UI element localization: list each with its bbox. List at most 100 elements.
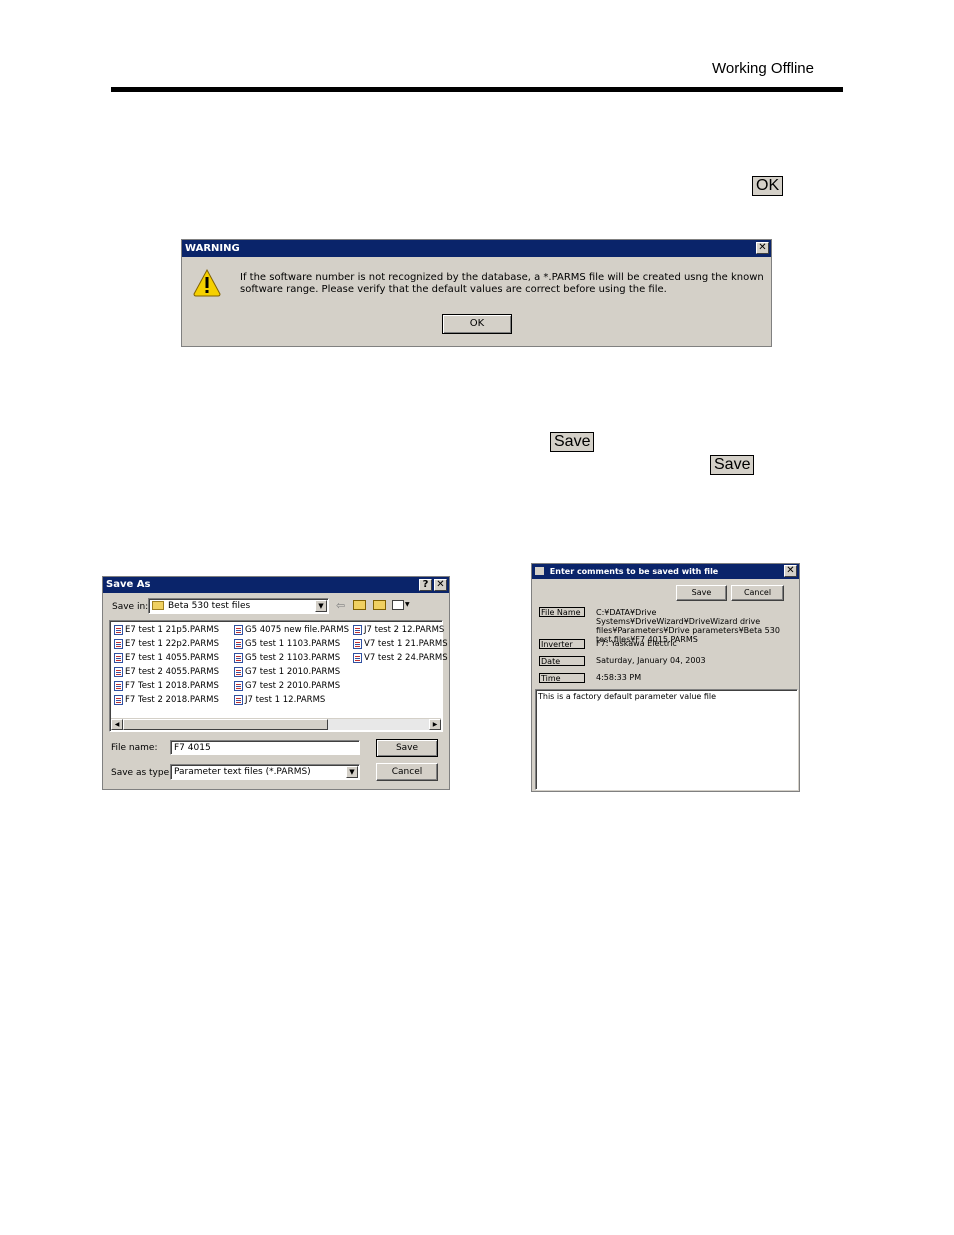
file-icon bbox=[114, 639, 123, 649]
scroll-thumb[interactable] bbox=[123, 719, 328, 730]
save-button[interactable]: Save bbox=[376, 739, 438, 757]
file-list-item[interactable]: V7 test 1 21.PARMS bbox=[353, 638, 448, 650]
chevron-down-icon[interactable]: ▼ bbox=[346, 766, 358, 778]
file-icon bbox=[114, 695, 123, 705]
close-icon[interactable]: ✕ bbox=[756, 242, 769, 254]
file-list-item[interactable]: E7 test 1 21p5.PARMS bbox=[114, 624, 219, 636]
help-icon[interactable]: ? bbox=[419, 579, 432, 591]
save-button-glyph: Save bbox=[550, 432, 595, 452]
chevron-down-icon[interactable]: ▼ bbox=[405, 601, 410, 608]
file-icon bbox=[353, 625, 362, 635]
file-icon bbox=[353, 639, 362, 649]
comments-dialog: Enter comments to be saved with file ✕ S… bbox=[531, 563, 800, 792]
warning-icon bbox=[193, 268, 221, 297]
file-list-item[interactable]: E7 test 1 4055.PARMS bbox=[114, 652, 219, 664]
folder-icon bbox=[152, 601, 164, 610]
file-list-item[interactable]: J7 test 2 12.PARMS bbox=[353, 624, 444, 636]
file-name: V7 test 2 24.PARMS bbox=[364, 653, 448, 663]
file-icon bbox=[114, 667, 123, 677]
page-header: Working Offline bbox=[712, 60, 814, 77]
file-name-value: F7 4015 bbox=[174, 743, 211, 753]
file-name: G7 test 2 2010.PARMS bbox=[245, 681, 341, 691]
inverter-value: F7: Yaskawa Electric bbox=[596, 639, 677, 648]
save-as-title: Save As bbox=[106, 579, 151, 590]
back-icon[interactable]: ⇦ bbox=[336, 599, 345, 612]
file-list-item[interactable]: F7 Test 2 2018.PARMS bbox=[114, 694, 219, 706]
file-icon bbox=[234, 653, 243, 663]
file-list-item[interactable]: G5 test 1 1103.PARMS bbox=[234, 638, 340, 650]
file-name-input[interactable]: F7 4015 bbox=[170, 740, 360, 755]
file-list-item[interactable]: J7 test 1 12.PARMS bbox=[234, 694, 325, 706]
file-list-item[interactable]: V7 test 2 24.PARMS bbox=[353, 652, 448, 664]
inverter-label: Inverter bbox=[539, 639, 585, 649]
file-name: G5 test 2 1103.PARMS bbox=[245, 653, 341, 663]
comment-textarea[interactable]: This is a factory default parameter valu… bbox=[535, 689, 798, 790]
date-value: Saturday, January 04, 2003 bbox=[596, 656, 706, 665]
date-label: Date bbox=[539, 656, 585, 666]
warning-dialog: WARNING ✕ If the software number is not … bbox=[181, 239, 772, 347]
file-name: F7 Test 2 2018.PARMS bbox=[125, 695, 219, 705]
file-name: J7 test 2 12.PARMS bbox=[364, 625, 445, 635]
new-folder-icon[interactable] bbox=[373, 600, 386, 610]
horizontal-scrollbar[interactable]: ◀ ▶ bbox=[111, 718, 441, 730]
file-name: G5 4075 new file.PARMS bbox=[245, 625, 349, 635]
file-list[interactable]: E7 test 1 21p5.PARMS E7 test 1 22p2.PARMS… bbox=[109, 620, 448, 732]
view-menu-icon[interactable] bbox=[392, 600, 404, 610]
save-as-dialog: Save As ? ✕ Save in: Beta 530 test files… bbox=[102, 576, 450, 790]
comments-title: Enter comments to be saved with file bbox=[549, 567, 719, 576]
file-icon bbox=[114, 681, 123, 691]
save-as-titlebar: Save As ? ✕ bbox=[103, 577, 449, 593]
cancel-button[interactable]: Cancel bbox=[376, 763, 438, 781]
header-divider bbox=[111, 87, 843, 92]
file-list-item[interactable]: G7 test 1 2010.PARMS bbox=[234, 666, 340, 678]
save-type-select[interactable]: Parameter text files (*.PARMS) ▼ bbox=[170, 764, 360, 780]
close-icon[interactable]: ✕ bbox=[784, 565, 797, 577]
file-name: G7 test 1 2010.PARMS bbox=[245, 667, 341, 677]
comment-text: This is a factory default parameter valu… bbox=[538, 692, 717, 701]
file-name: E7 test 2 4055.PARMS bbox=[125, 667, 219, 677]
warning-titlebar: WARNING ✕ bbox=[182, 240, 771, 257]
file-name-label: File Name bbox=[539, 607, 585, 617]
file-name: E7 test 1 4055.PARMS bbox=[125, 653, 219, 663]
save-in-label: Save in: bbox=[112, 602, 149, 612]
chevron-down-icon[interactable]: ▼ bbox=[315, 600, 327, 612]
ok-button-glyph: OK bbox=[752, 176, 784, 196]
file-name: F7 Test 1 2018.PARMS bbox=[125, 681, 219, 691]
time-value: 4:58:33 PM bbox=[596, 673, 642, 682]
file-list-item[interactable]: G7 test 2 2010.PARMS bbox=[234, 680, 340, 692]
up-folder-icon[interactable] bbox=[353, 600, 366, 610]
save-button[interactable]: Save bbox=[676, 585, 727, 601]
ok-button[interactable]: OK bbox=[442, 314, 512, 334]
save-type-value: Parameter text files (*.PARMS) bbox=[174, 767, 311, 777]
file-list-item[interactable]: E7 test 2 4055.PARMS bbox=[114, 666, 219, 678]
comments-titlebar: Enter comments to be saved with file ✕ bbox=[532, 564, 799, 579]
file-icon bbox=[114, 653, 123, 663]
file-name: V7 test 1 21.PARMS bbox=[364, 639, 448, 649]
cancel-button[interactable]: Cancel bbox=[731, 585, 784, 601]
file-name: E7 test 1 22p2.PARMS bbox=[125, 639, 219, 649]
scroll-right-icon[interactable]: ▶ bbox=[429, 719, 441, 730]
file-name: J7 test 1 12.PARMS bbox=[245, 695, 326, 705]
app-icon bbox=[535, 567, 544, 575]
warning-message: If the software number is not recognized… bbox=[240, 272, 764, 295]
file-icon bbox=[234, 639, 243, 649]
file-icon bbox=[234, 695, 243, 705]
file-list-item[interactable]: G5 4075 new file.PARMS bbox=[234, 624, 349, 636]
time-label: Time bbox=[539, 673, 585, 683]
save-button-glyph-2: Save bbox=[710, 455, 755, 475]
close-icon[interactable]: ✕ bbox=[434, 579, 447, 591]
file-list-item[interactable]: G5 test 2 1103.PARMS bbox=[234, 652, 340, 664]
file-icon bbox=[353, 653, 362, 663]
scroll-left-icon[interactable]: ◀ bbox=[111, 719, 123, 730]
file-icon bbox=[234, 681, 243, 691]
file-icon bbox=[234, 625, 243, 635]
file-list-item[interactable]: E7 test 1 22p2.PARMS bbox=[114, 638, 219, 650]
file-list-item[interactable]: F7 Test 1 2018.PARMS bbox=[114, 680, 219, 692]
save-in-select[interactable]: Beta 530 test files ▼ bbox=[148, 598, 329, 614]
warning-title: WARNING bbox=[185, 243, 240, 254]
save-in-value: Beta 530 test files bbox=[168, 601, 251, 611]
file-icon bbox=[114, 625, 123, 635]
file-name: G5 test 1 1103.PARMS bbox=[245, 639, 341, 649]
save-type-label: Save as type: bbox=[111, 768, 173, 778]
file-icon bbox=[234, 667, 243, 677]
